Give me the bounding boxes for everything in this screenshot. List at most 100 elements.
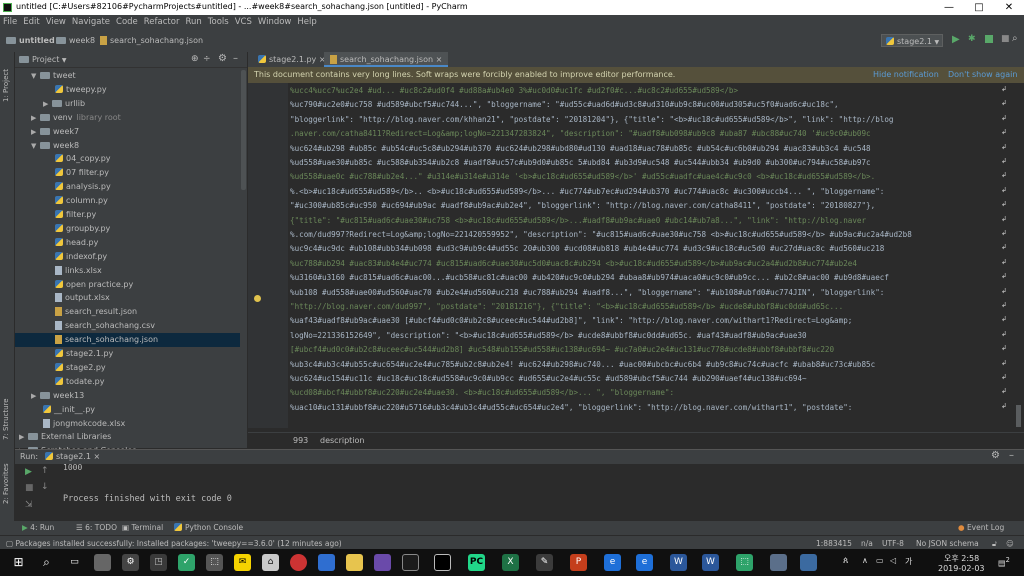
project-tree-item[interactable]: search_result.json (15, 305, 240, 319)
code-line[interactable]: %uac10#uc131#ubbf8#uc220#u5716#ub3c4#ub3… (290, 401, 1008, 414)
close-button[interactable]: ✕ (994, 0, 1024, 15)
project-tree-item[interactable]: ▶ External Libraries (15, 430, 240, 444)
terminal-icon[interactable] (434, 554, 451, 571)
ime-indicator[interactable]: 가 (905, 556, 912, 567)
network-icon[interactable]: ▭ (876, 556, 884, 565)
app-icon[interactable] (800, 554, 817, 571)
code-line[interactable]: %ucc4%ucc7%uc2e4 #ud... #uc8c2#ud0f4 #ud… (290, 84, 1008, 97)
project-tree-item[interactable]: column.py (15, 194, 240, 208)
terminal-tool-tab[interactable]: ▣ Terminal (122, 521, 163, 535)
project-tree-item[interactable]: ▶ week7 (15, 125, 240, 139)
minimize-button[interactable]: — (934, 0, 964, 15)
tray-chevron-icon[interactable]: ∧ (862, 556, 868, 565)
menu-vcs[interactable]: VCS (232, 15, 255, 30)
chevron-right-icon[interactable]: ▶ (31, 111, 40, 125)
chevron-down-icon[interactable]: ▼ (31, 139, 40, 153)
coverage-icon[interactable] (985, 35, 993, 43)
project-tree-item[interactable]: search_sohachang.json (15, 333, 240, 348)
pycharm-icon[interactable]: PC (468, 554, 485, 571)
run-tab-stage2-1[interactable]: stage2.1 × (45, 452, 100, 461)
project-tree-item[interactable]: 07 filter.py (15, 166, 240, 180)
tab-search-sohachang-json[interactable]: search_sohachang.json × (324, 52, 449, 67)
maximize-button[interactable]: □ (964, 0, 994, 15)
windows-start-icon[interactable]: ⊞ (10, 554, 27, 571)
shield-icon[interactable]: ✓ (178, 554, 195, 571)
code-line[interactable]: %u3160#u3160 #uc815#uad6c#uac00...#ucb58… (290, 271, 1008, 284)
menu-help[interactable]: Help (294, 15, 319, 30)
code-line[interactable]: %ub108 #ud558#uae00#ud560#uac70 #ub2e4#u… (290, 286, 1008, 299)
app-icon[interactable] (374, 554, 391, 571)
project-tree-item[interactable]: jongmokcode.xlsx (15, 417, 240, 431)
app-icon[interactable]: ✎ (536, 554, 553, 571)
lightbulb-icon[interactable] (254, 295, 261, 302)
project-tree-item[interactable]: __init__.py (15, 403, 240, 417)
code-line[interactable]: %ud558#uae0c #uc788#ub2e4..." #u314e#u31… (290, 170, 1008, 183)
volume-icon[interactable]: ◁ (890, 556, 896, 565)
chevron-down-icon[interactable]: ▼ (31, 69, 40, 83)
app-icon[interactable]: ⬚ (206, 554, 223, 571)
run-icon[interactable]: ▶ (952, 34, 960, 45)
code-line[interactable]: [#ubcf4#ud0c0#ub2c8#uceec#uc544#ud2b8] #… (290, 343, 1008, 356)
ie-icon[interactable]: e (636, 554, 653, 571)
menu-edit[interactable]: Edit (20, 15, 42, 30)
project-tool-tab[interactable]: 1: Project (2, 58, 10, 102)
excel-icon[interactable]: X (502, 554, 519, 571)
project-tree-item[interactable]: ▼ week8 (15, 139, 240, 153)
project-tree-item[interactable]: search_sohachang.csv (15, 319, 240, 333)
project-scrollbar[interactable] (241, 70, 246, 190)
stop-run-icon[interactable]: ■ (25, 483, 34, 493)
project-tree-item[interactable]: links.xlsx (15, 264, 240, 278)
tab-stage2-1-py[interactable]: stage2.1.py × (252, 52, 332, 67)
chevron-right-icon[interactable]: ▶ (19, 430, 28, 444)
code-line[interactable]: "http://blog.naver.com/dud997", "postdat… (290, 300, 1008, 313)
project-tree-item[interactable]: ▶ week13 (15, 389, 240, 403)
notification-center-icon[interactable]: ▤2 (998, 556, 1010, 568)
pin-icon[interactable]: ⇲ (25, 500, 33, 510)
app-icon[interactable] (318, 554, 335, 571)
code-line[interactable]: %ud558#uae30#ub85c #uc588#ub354#ub2c8 #u… (290, 156, 1008, 169)
code-line[interactable]: %uc624#uc154#uc11c #uc18c#uc18c#ud558#uc… (290, 372, 1008, 385)
project-tree-item[interactable]: output.xlsx (15, 291, 240, 305)
store-icon[interactable]: ◳ (150, 554, 167, 571)
code-line[interactable]: %uc9c4#uc9dc #ub108#ubb34#ub098 #ud3c9#u… (290, 242, 1008, 255)
people-icon[interactable]: ጰ (843, 556, 848, 566)
run-tool-tab[interactable]: ▶ 4: Run (22, 521, 54, 535)
editor-scrollbar[interactable] (1016, 405, 1021, 427)
word-icon[interactable]: W (670, 554, 687, 571)
breadcrumb-file[interactable]: search_sohachang.json (100, 36, 203, 45)
python-console-tool-tab[interactable]: Python Console (174, 521, 243, 535)
chrome-icon[interactable] (290, 554, 307, 571)
project-tree-item[interactable]: groupby.py (15, 222, 240, 236)
project-view-selector[interactable]: Project ▼ (19, 55, 67, 64)
gear-icon[interactable]: ⚙ (991, 450, 1000, 461)
hide-panel-icon[interactable]: – (233, 53, 238, 64)
menu-file[interactable]: File (0, 15, 20, 30)
close-icon[interactable]: × (436, 55, 443, 64)
debug-icon[interactable]: ✱ (968, 34, 976, 44)
project-tree-item[interactable]: 04_copy.py (15, 152, 240, 166)
code-line[interactable]: logNo=221336152649", "description": "<b>… (290, 329, 1008, 342)
code-line[interactable]: %ucd08#ubcf4#ubbf8#uc220#uc2e4#uae30. <b… (290, 386, 1008, 399)
project-tree-item[interactable]: open practice.py (15, 278, 240, 292)
chevron-right-icon[interactable]: ▶ (31, 125, 40, 139)
task-view-icon[interactable]: ▭ (66, 554, 83, 571)
folder-icon[interactable] (346, 554, 363, 571)
word-icon[interactable]: W (702, 554, 719, 571)
code-line[interactable]: %uc624#ub298 #ub85c #ub54c#uc5c8#ub294#u… (290, 142, 1008, 155)
code-line[interactable]: %ub3c4#ub3c4#ub55c#uc654#uc2e4#uc785#ub2… (290, 358, 1008, 371)
search-everywhere-icon[interactable]: ⌕ (1012, 33, 1018, 44)
code-line[interactable]: "bloggerlink": "http://blog.naver.com/kh… (290, 113, 1008, 126)
code-line[interactable]: %uaf43#uadf8#ub9ac#uae30 [#ubcf4#ud0c0#u… (290, 314, 1008, 327)
dont-show-again-link[interactable]: Don't show again (948, 67, 1017, 83)
kakaotalk-icon[interactable]: ✉ (234, 554, 251, 571)
project-tree-item[interactable]: todate.py (15, 375, 240, 389)
structure-tool-tab[interactable]: 7: Structure (2, 392, 10, 440)
project-tree-item[interactable]: stage2.1.py (15, 347, 240, 361)
breadcrumb-folder[interactable]: week8 (56, 36, 95, 45)
menu-run[interactable]: Run (182, 15, 204, 30)
scroll-down-icon[interactable]: ↓ (41, 482, 49, 492)
code-line[interactable]: {"title": "#uc815#uad6c#uae30#uc758 <b>#… (290, 214, 1008, 227)
project-tree-item[interactable]: stage2.py (15, 361, 240, 375)
app-icon[interactable] (402, 554, 419, 571)
project-tree-item[interactable]: filter.py (15, 208, 240, 222)
